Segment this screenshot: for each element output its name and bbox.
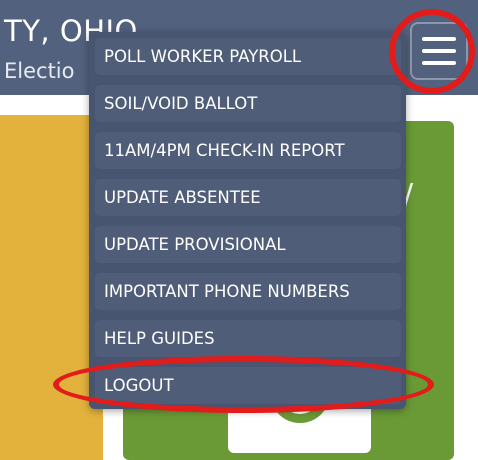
navigation-dropdown: POLL WORKER PAYROLL SOIL/VOID BALLOT 11A… bbox=[89, 32, 406, 409]
menu-item-important-phone-numbers[interactable]: IMPORTANT PHONE NUMBERS bbox=[95, 273, 401, 310]
menu-item-update-provisional[interactable]: UPDATE PROVISIONAL bbox=[95, 226, 401, 263]
hamburger-menu-icon bbox=[422, 37, 456, 41]
menu-item-check-in-report[interactable]: 11AM/4PM CHECK-IN REPORT bbox=[95, 132, 401, 169]
menu-item-help-guides[interactable]: HELP GUIDES bbox=[95, 320, 401, 357]
hamburger-menu-button[interactable] bbox=[410, 22, 468, 80]
hamburger-menu-icon-bar bbox=[422, 49, 456, 53]
header-subtitle: Electio bbox=[4, 59, 75, 83]
menu-item-poll-worker-payroll[interactable]: POLL WORKER PAYROLL bbox=[95, 38, 401, 75]
menu-item-update-absentee[interactable]: UPDATE ABSENTEE bbox=[95, 179, 401, 216]
hamburger-menu-icon-bar bbox=[422, 61, 456, 65]
yellow-tile[interactable] bbox=[0, 115, 103, 460]
menu-item-logout[interactable]: LOGOUT bbox=[95, 367, 401, 404]
menu-item-soil-void-ballot[interactable]: SOIL/VOID BALLOT bbox=[95, 85, 401, 122]
